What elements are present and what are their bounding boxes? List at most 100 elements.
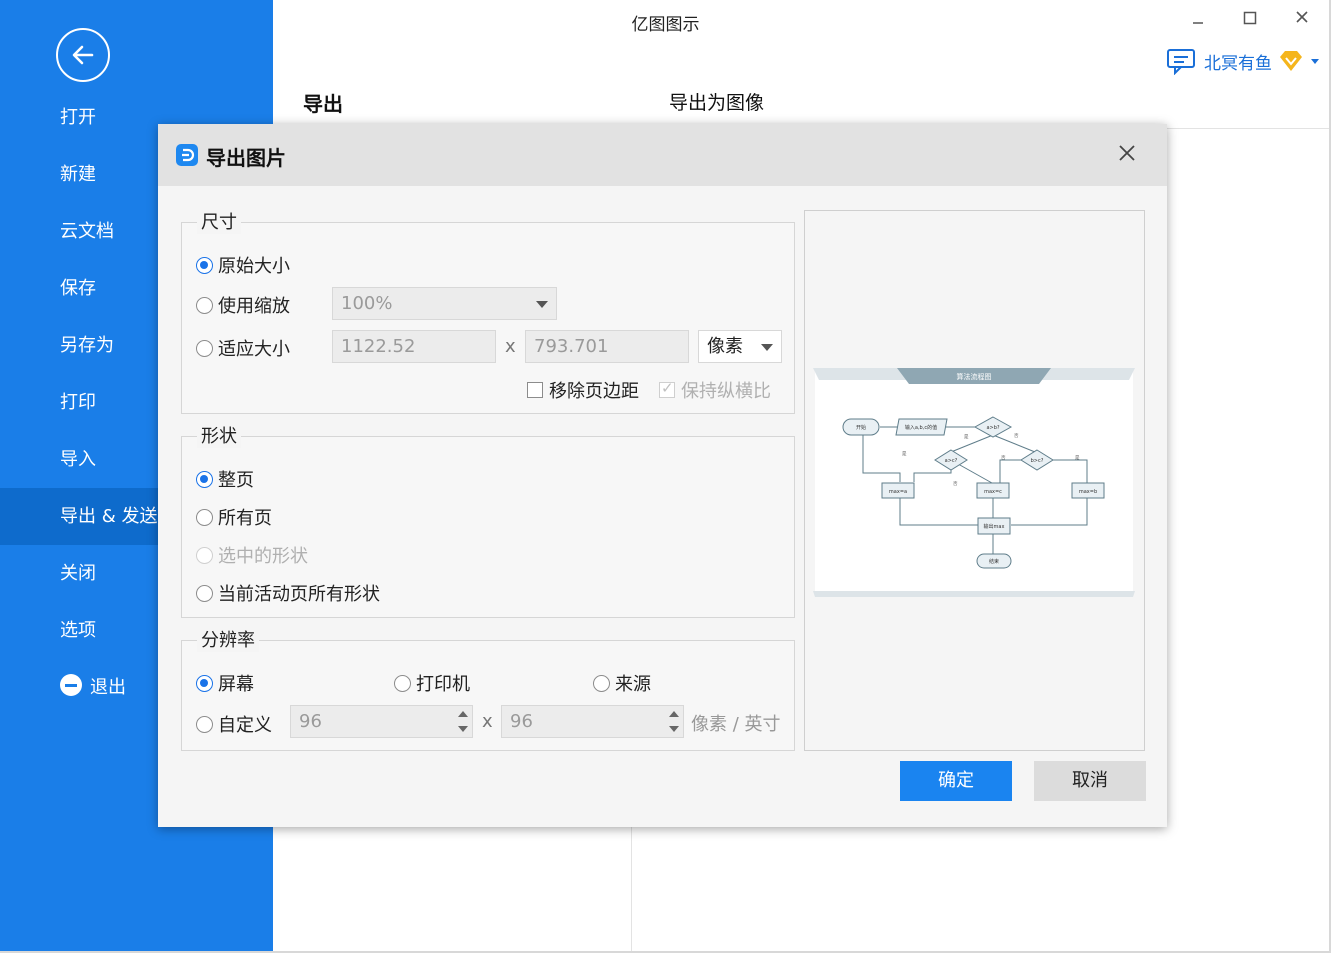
radio-button[interactable] bbox=[196, 339, 213, 357]
size-group-legend: 尺寸 bbox=[197, 208, 241, 234]
preview-node-label: b>c? bbox=[1031, 458, 1044, 464]
arrow-left-icon bbox=[72, 45, 94, 65]
all-pages-option[interactable]: 所有页 bbox=[196, 504, 272, 530]
times-separator: x bbox=[505, 336, 516, 357]
checkbox[interactable] bbox=[527, 382, 543, 398]
spinner-arrows-icon[interactable] bbox=[669, 709, 679, 734]
chevron-down-icon bbox=[1311, 59, 1319, 64]
minimize-icon bbox=[1193, 22, 1203, 24]
selected-shapes-option: 选中的形状 bbox=[196, 542, 308, 568]
app-logo-icon bbox=[176, 144, 198, 166]
minimize-button[interactable] bbox=[1186, 8, 1210, 32]
user-name[interactable]: 北冥有鱼 bbox=[1204, 49, 1272, 74]
preview-node-label: 输出max bbox=[984, 523, 1005, 530]
keep-aspect-ratio-checkbox: 保持纵横比 bbox=[659, 377, 771, 403]
option-label: 屏幕 bbox=[218, 674, 254, 695]
export-image-heading: 导出为图像 bbox=[669, 92, 765, 114]
radio-button[interactable] bbox=[196, 256, 213, 274]
radio-button[interactable] bbox=[593, 674, 610, 692]
shape-group: 形状 整页 所有页 选中的形状 当前活动页所有形状 bbox=[181, 422, 795, 618]
dpi-x-stepper[interactable]: 96 bbox=[290, 705, 473, 738]
preview-edge-label: 否 bbox=[953, 481, 958, 487]
checkbox-label: 移除页边距 bbox=[549, 381, 639, 402]
source-option[interactable]: 来源 bbox=[593, 670, 651, 696]
times-separator: x bbox=[482, 711, 493, 732]
preview-node-label: max=b bbox=[1079, 489, 1097, 495]
dialog-header: 导出图片 bbox=[158, 124, 1167, 186]
radio-button[interactable] bbox=[196, 508, 213, 526]
flowchart-preview-image: 算法流程图 开始 输入a,b,c的值 a>b? a>c? b>c? max=a … bbox=[813, 368, 1135, 597]
close-window-button[interactable] bbox=[1290, 8, 1314, 32]
radio-button[interactable] bbox=[196, 470, 213, 488]
unit-select[interactable]: 像素 bbox=[698, 330, 782, 363]
active-page-shapes-option[interactable]: 当前活动页所有形状 bbox=[196, 580, 380, 606]
radio-button[interactable] bbox=[196, 715, 213, 733]
resolution-group: 分辨率 屏幕 打印机 来源 自定义 96 x 96 像素 / 英寸 bbox=[181, 626, 795, 751]
scale-select[interactable]: 100% bbox=[332, 287, 557, 320]
original-size-option[interactable]: 原始大小 bbox=[196, 252, 290, 278]
radio-button[interactable] bbox=[196, 584, 213, 602]
preview-edge-label: 是 bbox=[902, 451, 907, 457]
screen-option[interactable]: 屏幕 bbox=[196, 670, 254, 696]
radio-button[interactable] bbox=[394, 674, 411, 692]
user-account-area[interactable]: 北冥有鱼 bbox=[1166, 46, 1320, 76]
dpi-unit-label: 像素 / 英寸 bbox=[691, 714, 781, 735]
whole-page-option[interactable]: 整页 bbox=[196, 466, 254, 492]
ok-button[interactable]: 确定 bbox=[900, 761, 1012, 801]
vip-diamond-icon bbox=[1280, 51, 1302, 71]
option-label: 自定义 bbox=[218, 715, 272, 736]
scale-value: 100% bbox=[341, 293, 393, 314]
size-group: 尺寸 原始大小 使用缩放 100% 适应大小 1122.52 x 793.701… bbox=[181, 208, 795, 414]
option-label: 选中的形状 bbox=[218, 546, 308, 567]
close-icon bbox=[1119, 145, 1135, 161]
height-input[interactable]: 793.701 bbox=[525, 330, 689, 363]
option-label: 所有页 bbox=[218, 508, 272, 529]
preview-edge-label: 是 bbox=[964, 434, 969, 440]
unit-value: 像素 bbox=[707, 336, 743, 357]
dialog-close-button[interactable] bbox=[1118, 140, 1136, 168]
remove-margin-checkbox[interactable]: 移除页边距 bbox=[527, 377, 639, 403]
checkbox-label: 保持纵横比 bbox=[681, 381, 771, 402]
dpi-y-stepper[interactable]: 96 bbox=[501, 705, 684, 738]
chevron-down-icon bbox=[761, 344, 773, 351]
dpi-x-value: 96 bbox=[299, 711, 322, 732]
shape-group-legend: 形状 bbox=[197, 422, 241, 448]
height-value: 793.701 bbox=[534, 336, 609, 357]
option-label: 使用缩放 bbox=[218, 296, 290, 317]
export-preview: 算法流程图 开始 输入a,b,c的值 a>b? a>c? b>c? max=a … bbox=[804, 210, 1145, 751]
close-icon bbox=[1296, 11, 1308, 23]
preview-node-label: 结束 bbox=[989, 558, 999, 565]
option-label: 来源 bbox=[615, 674, 651, 695]
radio-button[interactable] bbox=[196, 296, 213, 314]
preview-edge-label: 否 bbox=[1014, 433, 1019, 439]
width-value: 1122.52 bbox=[341, 336, 416, 357]
resolution-group-legend: 分辨率 bbox=[197, 626, 259, 652]
spinner-arrows-icon[interactable] bbox=[458, 709, 468, 734]
custom-option[interactable]: 自定义 bbox=[196, 711, 272, 737]
dpi-y-value: 96 bbox=[510, 711, 533, 732]
preview-node-label: max=a bbox=[889, 489, 907, 495]
radio-button[interactable] bbox=[196, 674, 213, 692]
dialog-title: 导出图片 bbox=[206, 146, 286, 170]
option-label: 当前活动页所有形状 bbox=[218, 584, 380, 605]
width-input[interactable]: 1122.52 bbox=[332, 330, 496, 363]
chevron-down-icon bbox=[536, 301, 548, 308]
preview-node-label: a>c? bbox=[945, 458, 958, 464]
maximize-icon bbox=[1243, 11, 1257, 25]
message-icon bbox=[1167, 49, 1195, 75]
option-label: 原始大小 bbox=[218, 256, 290, 277]
maximize-button[interactable] bbox=[1238, 8, 1262, 32]
option-label: 整页 bbox=[218, 470, 254, 491]
window-title: 亿图图示 bbox=[631, 15, 700, 35]
checkbox bbox=[659, 379, 675, 398]
fit-size-option[interactable]: 适应大小 bbox=[196, 335, 290, 361]
printer-option[interactable]: 打印机 bbox=[394, 670, 470, 696]
back-button[interactable] bbox=[56, 28, 110, 82]
preview-edge-label: 否 bbox=[1001, 455, 1006, 461]
radio-button bbox=[196, 546, 213, 564]
option-label: 适应大小 bbox=[218, 339, 290, 360]
cancel-button[interactable]: 取消 bbox=[1034, 761, 1146, 801]
page-title: 导出 bbox=[303, 92, 343, 116]
preview-node-label: 输入a,b,c的值 bbox=[905, 424, 937, 431]
use-scale-option[interactable]: 使用缩放 bbox=[196, 292, 290, 318]
